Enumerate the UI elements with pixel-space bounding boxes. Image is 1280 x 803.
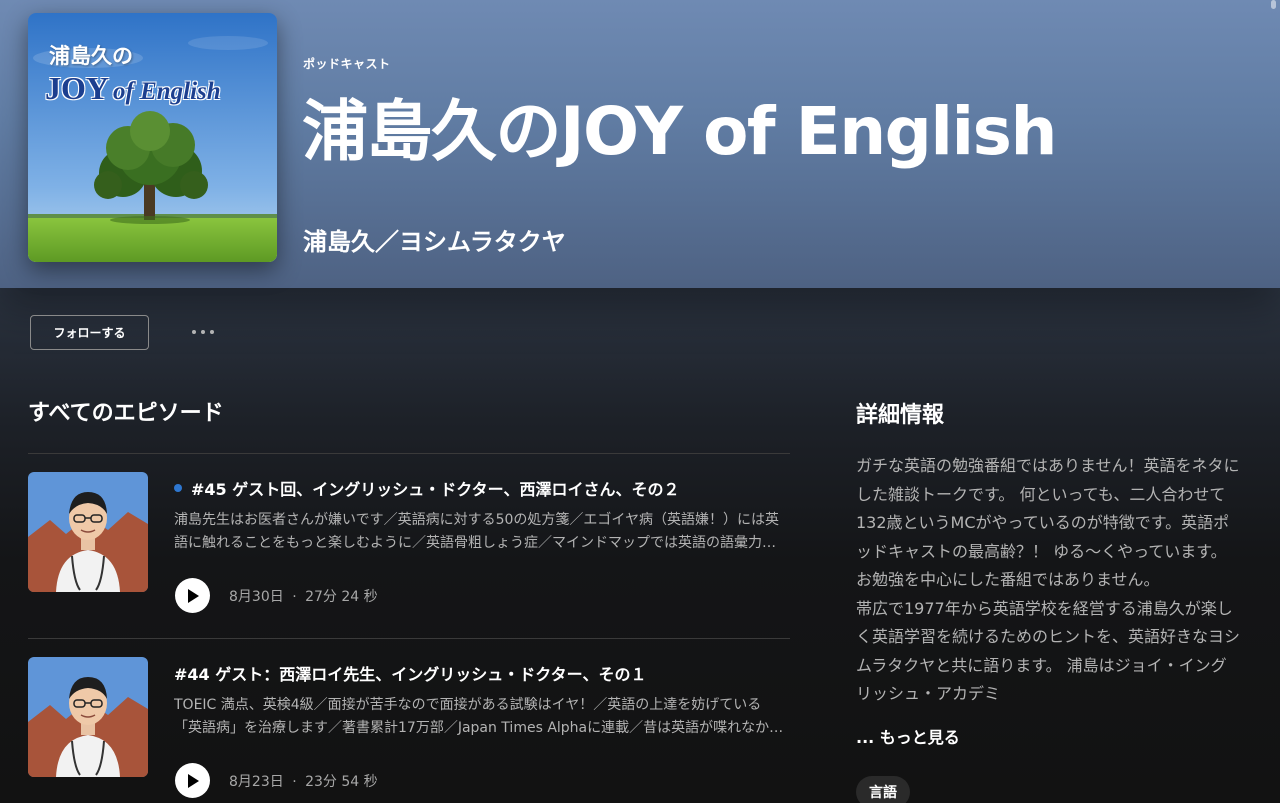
play-icon [187, 588, 199, 603]
podcast-cover-art: 浦島久の JOY of English [28, 13, 277, 262]
meta-separator: · [292, 589, 297, 605]
episode-row[interactable]: #44 ゲスト：西澤ロイ先生、イングリッシュ・ドクター、その１ TOEIC 満点… [28, 657, 790, 803]
episode-title-text: #44 ゲスト：西澤ロイ先生、イングリッシュ・ドクター、その１ [174, 665, 647, 684]
follow-button[interactable]: フォローする [30, 315, 149, 350]
cover-title-line1: 浦島久の [49, 44, 133, 68]
episode-date: 8月30日 [229, 589, 284, 605]
podcast-page: 浦島久の JOY of English ポッドキャスト 浦島久のJOY of E… [0, 0, 1280, 803]
episode-thumbnail-image [28, 657, 148, 777]
podcast-header: 浦島久の JOY of English ポッドキャスト 浦島久のJOY of E… [0, 0, 1280, 288]
see-more-link[interactable]: ... もっと見る [856, 724, 960, 748]
new-episode-dot [174, 484, 182, 492]
scrollbar[interactable] [1268, 0, 1280, 803]
category-tag[interactable]: 言語 [856, 776, 910, 803]
content-type-label: ポッドキャスト [303, 57, 391, 71]
divider [28, 453, 790, 454]
episode-thumbnail [28, 657, 148, 777]
meta-separator: · [292, 774, 297, 790]
episode-duration: 23分 54 秒 [305, 774, 378, 790]
cover-title-joy: JOY [45, 70, 109, 106]
episode-description: 浦島先生はお医者さんが嫌いです／英語病に対する50の処方箋／エゴイヤ病（英語嫌！… [174, 512, 779, 551]
episode-title[interactable]: #45 ゲスト回、イングリッシュ・ドクター、西澤ロイさん、その２ [174, 476, 679, 500]
episode-description: TOEIC 満点、英検4級／面接が苦手なので面接がある試験はイヤ！／英語の上達を… [174, 697, 784, 736]
dot [192, 330, 196, 334]
episode-thumbnail [28, 472, 148, 592]
episode-duration: 27分 24 秒 [305, 589, 378, 605]
episode-row[interactable]: #45 ゲスト回、イングリッシュ・ドクター、西澤ロイさん、その２ 浦島先生はお医… [28, 472, 790, 642]
podcast-title: 浦島久のJOY of English [302, 93, 1057, 170]
cover-title-line2: JOY of English [45, 70, 221, 107]
episode-thumbnail-image [28, 472, 148, 592]
podcast-author[interactable]: 浦島久／ヨシムラタクヤ [303, 222, 566, 257]
episode-date: 8月23日 [229, 774, 284, 790]
dot [210, 330, 214, 334]
episode-title-text: #45 ゲスト回、イングリッシュ・ドクター、西澤ロイさん、その２ [191, 480, 680, 499]
about-description: ガチな英語の勉強番組ではありません！英語をネタにした雑談トークです。 何といって… [856, 456, 1241, 703]
episode-meta: 8月30日 · 27分 24 秒 [229, 586, 378, 606]
episodes-section-title: すべてのエピソード [28, 401, 224, 426]
scrollbar-thumb[interactable] [1271, 0, 1276, 9]
divider [28, 638, 790, 639]
play-button[interactable] [175, 763, 210, 798]
play-icon [187, 773, 199, 788]
more-options-icon[interactable] [186, 320, 220, 344]
dot [201, 330, 205, 334]
play-button[interactable] [175, 578, 210, 613]
cover-title-english: of English [113, 78, 221, 105]
episode-title[interactable]: #44 ゲスト：西澤ロイ先生、イングリッシュ・ドクター、その１ [174, 661, 646, 685]
episode-meta: 8月23日 · 23分 54 秒 [229, 771, 378, 791]
about-section-title: 詳細情報 [856, 403, 945, 428]
